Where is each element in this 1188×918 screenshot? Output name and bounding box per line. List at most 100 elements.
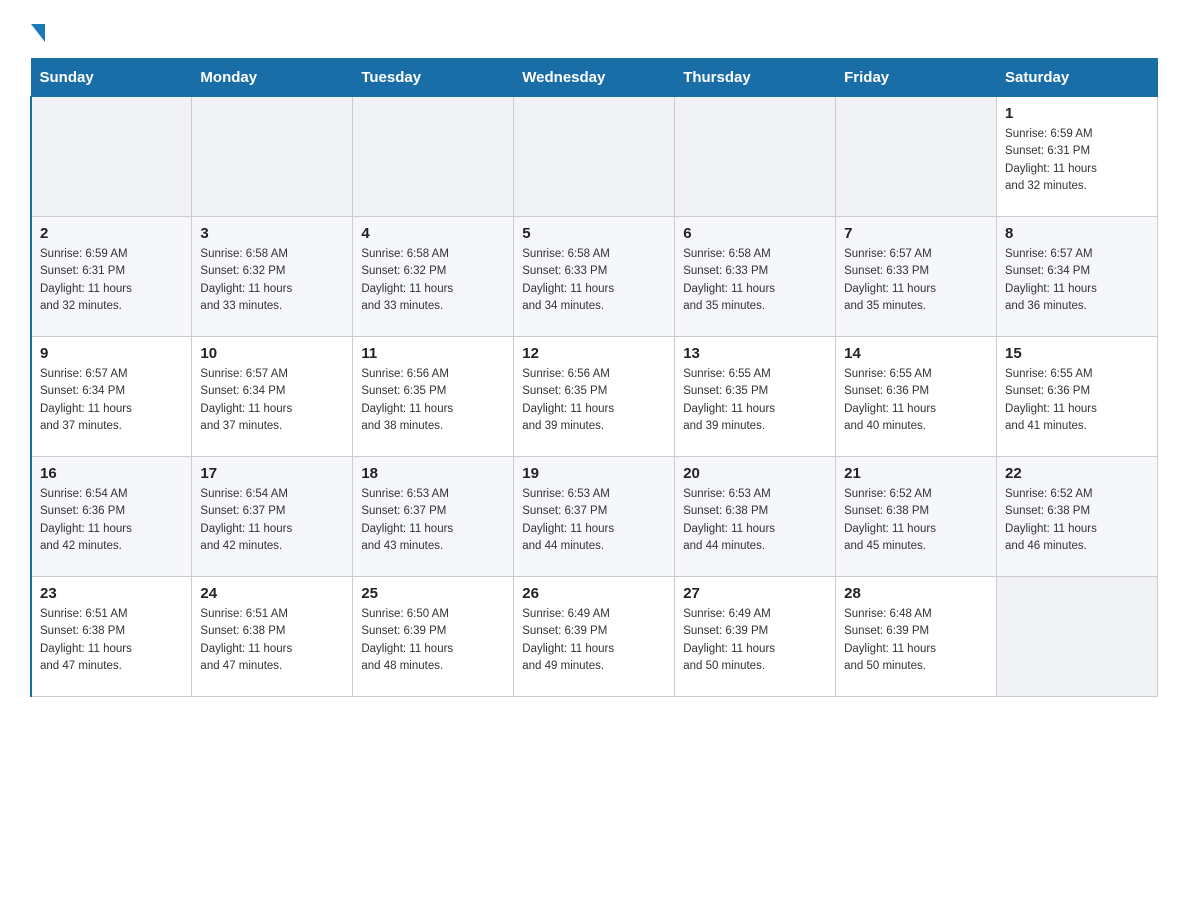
day-info: Sunrise: 6:58 AM Sunset: 6:32 PM Dayligh… — [361, 246, 505, 315]
day-number: 4 — [361, 225, 505, 242]
day-info: Sunrise: 6:52 AM Sunset: 6:38 PM Dayligh… — [844, 486, 988, 555]
day-info: Sunrise: 6:54 AM Sunset: 6:36 PM Dayligh… — [40, 486, 183, 555]
week-row-3: 9 Sunrise: 6:57 AM Sunset: 6:34 PM Daylig… — [31, 337, 1158, 457]
day-info: Sunrise: 6:49 AM Sunset: 6:39 PM Dayligh… — [522, 606, 666, 675]
day-cell: 3 Sunrise: 6:58 AM Sunset: 6:32 PM Daylig… — [192, 217, 353, 337]
header-sunday: Sunday — [31, 59, 192, 97]
day-number: 14 — [844, 345, 988, 362]
day-number: 15 — [1005, 345, 1149, 362]
logo — [30, 20, 46, 38]
day-info: Sunrise: 6:57 AM Sunset: 6:34 PM Dayligh… — [200, 366, 344, 435]
calendar-header-row: SundayMondayTuesdayWednesdayThursdayFrid… — [31, 59, 1158, 97]
day-number: 3 — [200, 225, 344, 242]
day-cell: 7Sunrise: 6:57 AM Sunset: 6:33 PM Daylig… — [836, 217, 997, 337]
day-cell: 11 Sunrise: 6:56 AM Sunset: 6:35 PM Dayli… — [353, 337, 514, 457]
day-cell: 8 Sunrise: 6:57 AM Sunset: 6:34 PM Daylig… — [997, 217, 1158, 337]
day-cell: 1 Sunrise: 6:59 AM Sunset: 6:31 PM Daylig… — [997, 97, 1158, 217]
day-number: 1 — [1005, 105, 1149, 122]
day-cell: 26 Sunrise: 6:49 AM Sunset: 6:39 PM Dayli… — [514, 577, 675, 697]
header-tuesday: Tuesday — [353, 59, 514, 97]
day-cell: 9 Sunrise: 6:57 AM Sunset: 6:34 PM Daylig… — [31, 337, 192, 457]
day-number: 8 — [1005, 225, 1149, 242]
day-cell — [997, 577, 1158, 697]
day-cell: 4 Sunrise: 6:58 AM Sunset: 6:32 PM Daylig… — [353, 217, 514, 337]
day-cell: 10 Sunrise: 6:57 AM Sunset: 6:34 PM Dayli… — [192, 337, 353, 457]
day-number: 6 — [683, 225, 827, 242]
day-cell: 14 Sunrise: 6:55 AM Sunset: 6:36 PM Dayli… — [836, 337, 997, 457]
page-header — [30, 20, 1158, 38]
day-number: 27 — [683, 585, 827, 602]
day-number: 26 — [522, 585, 666, 602]
day-cell: 13 Sunrise: 6:55 AM Sunset: 6:35 PM Dayli… — [675, 337, 836, 457]
day-number: 9 — [40, 345, 183, 362]
day-number: 21 — [844, 465, 988, 482]
header-thursday: Thursday — [675, 59, 836, 97]
day-info: Sunrise: 6:52 AM Sunset: 6:38 PM Dayligh… — [1005, 486, 1149, 555]
day-info: Sunrise: 6:51 AM Sunset: 6:38 PM Dayligh… — [200, 606, 344, 675]
day-cell: 23 Sunrise: 6:51 AM Sunset: 6:38 PM Dayli… — [31, 577, 192, 697]
day-number: 13 — [683, 345, 827, 362]
day-number: 22 — [1005, 465, 1149, 482]
week-row-5: 23 Sunrise: 6:51 AM Sunset: 6:38 PM Dayli… — [31, 577, 1158, 697]
day-cell: 20Sunrise: 6:53 AM Sunset: 6:38 PM Dayli… — [675, 457, 836, 577]
calendar-table: SundayMondayTuesdayWednesdayThursdayFrid… — [30, 58, 1158, 697]
day-info: Sunrise: 6:50 AM Sunset: 6:39 PM Dayligh… — [361, 606, 505, 675]
day-cell: 28 Sunrise: 6:48 AM Sunset: 6:39 PM Dayli… — [836, 577, 997, 697]
day-info: Sunrise: 6:49 AM Sunset: 6:39 PM Dayligh… — [683, 606, 827, 675]
day-info: Sunrise: 6:54 AM Sunset: 6:37 PM Dayligh… — [200, 486, 344, 555]
day-info: Sunrise: 6:55 AM Sunset: 6:36 PM Dayligh… — [844, 366, 988, 435]
day-number: 5 — [522, 225, 666, 242]
day-info: Sunrise: 6:58 AM Sunset: 6:33 PM Dayligh… — [522, 246, 666, 315]
day-info: Sunrise: 6:59 AM Sunset: 6:31 PM Dayligh… — [1005, 126, 1149, 195]
day-cell: 16 Sunrise: 6:54 AM Sunset: 6:36 PM Dayli… — [31, 457, 192, 577]
day-cell — [192, 97, 353, 217]
day-cell: 22 Sunrise: 6:52 AM Sunset: 6:38 PM Dayli… — [997, 457, 1158, 577]
day-info: Sunrise: 6:51 AM Sunset: 6:38 PM Dayligh… — [40, 606, 183, 675]
day-cell — [353, 97, 514, 217]
day-number: 12 — [522, 345, 666, 362]
day-number: 2 — [40, 225, 183, 242]
day-info: Sunrise: 6:55 AM Sunset: 6:36 PM Dayligh… — [1005, 366, 1149, 435]
day-cell: 17 Sunrise: 6:54 AM Sunset: 6:37 PM Dayli… — [192, 457, 353, 577]
day-number: 23 — [40, 585, 183, 602]
day-cell — [675, 97, 836, 217]
day-cell — [514, 97, 675, 217]
day-info: Sunrise: 6:57 AM Sunset: 6:33 PM Dayligh… — [844, 246, 988, 315]
day-info: Sunrise: 6:55 AM Sunset: 6:35 PM Dayligh… — [683, 366, 827, 435]
day-cell: 21 Sunrise: 6:52 AM Sunset: 6:38 PM Dayli… — [836, 457, 997, 577]
day-number: 24 — [200, 585, 344, 602]
day-cell: 2 Sunrise: 6:59 AM Sunset: 6:31 PM Daylig… — [31, 217, 192, 337]
day-number: 25 — [361, 585, 505, 602]
day-cell: 24 Sunrise: 6:51 AM Sunset: 6:38 PM Dayli… — [192, 577, 353, 697]
day-info: Sunrise: 6:56 AM Sunset: 6:35 PM Dayligh… — [361, 366, 505, 435]
header-friday: Friday — [836, 59, 997, 97]
day-info: Sunrise: 6:59 AM Sunset: 6:31 PM Dayligh… — [40, 246, 183, 315]
day-number: 10 — [200, 345, 344, 362]
logo-arrow-icon — [31, 24, 45, 42]
week-row-4: 16 Sunrise: 6:54 AM Sunset: 6:36 PM Dayli… — [31, 457, 1158, 577]
day-cell: 15 Sunrise: 6:55 AM Sunset: 6:36 PM Dayli… — [997, 337, 1158, 457]
week-row-2: 2 Sunrise: 6:59 AM Sunset: 6:31 PM Daylig… — [31, 217, 1158, 337]
day-info: Sunrise: 6:57 AM Sunset: 6:34 PM Dayligh… — [1005, 246, 1149, 315]
day-info: Sunrise: 6:53 AM Sunset: 6:37 PM Dayligh… — [361, 486, 505, 555]
day-number: 28 — [844, 585, 988, 602]
day-info: Sunrise: 6:56 AM Sunset: 6:35 PM Dayligh… — [522, 366, 666, 435]
day-cell: 12 Sunrise: 6:56 AM Sunset: 6:35 PM Dayli… — [514, 337, 675, 457]
header-wednesday: Wednesday — [514, 59, 675, 97]
day-info: Sunrise: 6:48 AM Sunset: 6:39 PM Dayligh… — [844, 606, 988, 675]
day-cell: 6 Sunrise: 6:58 AM Sunset: 6:33 PM Daylig… — [675, 217, 836, 337]
header-saturday: Saturday — [997, 59, 1158, 97]
day-info: Sunrise: 6:53 AM Sunset: 6:37 PM Dayligh… — [522, 486, 666, 555]
day-number: 11 — [361, 345, 505, 362]
day-info: Sunrise: 6:58 AM Sunset: 6:32 PM Dayligh… — [200, 246, 344, 315]
day-cell: 19Sunrise: 6:53 AM Sunset: 6:37 PM Dayli… — [514, 457, 675, 577]
day-cell — [836, 97, 997, 217]
day-cell: 27 Sunrise: 6:49 AM Sunset: 6:39 PM Dayli… — [675, 577, 836, 697]
day-cell: 5 Sunrise: 6:58 AM Sunset: 6:33 PM Daylig… — [514, 217, 675, 337]
day-cell — [31, 97, 192, 217]
day-number: 17 — [200, 465, 344, 482]
header-monday: Monday — [192, 59, 353, 97]
day-info: Sunrise: 6:57 AM Sunset: 6:34 PM Dayligh… — [40, 366, 183, 435]
day-number: 16 — [40, 465, 183, 482]
day-info: Sunrise: 6:58 AM Sunset: 6:33 PM Dayligh… — [683, 246, 827, 315]
